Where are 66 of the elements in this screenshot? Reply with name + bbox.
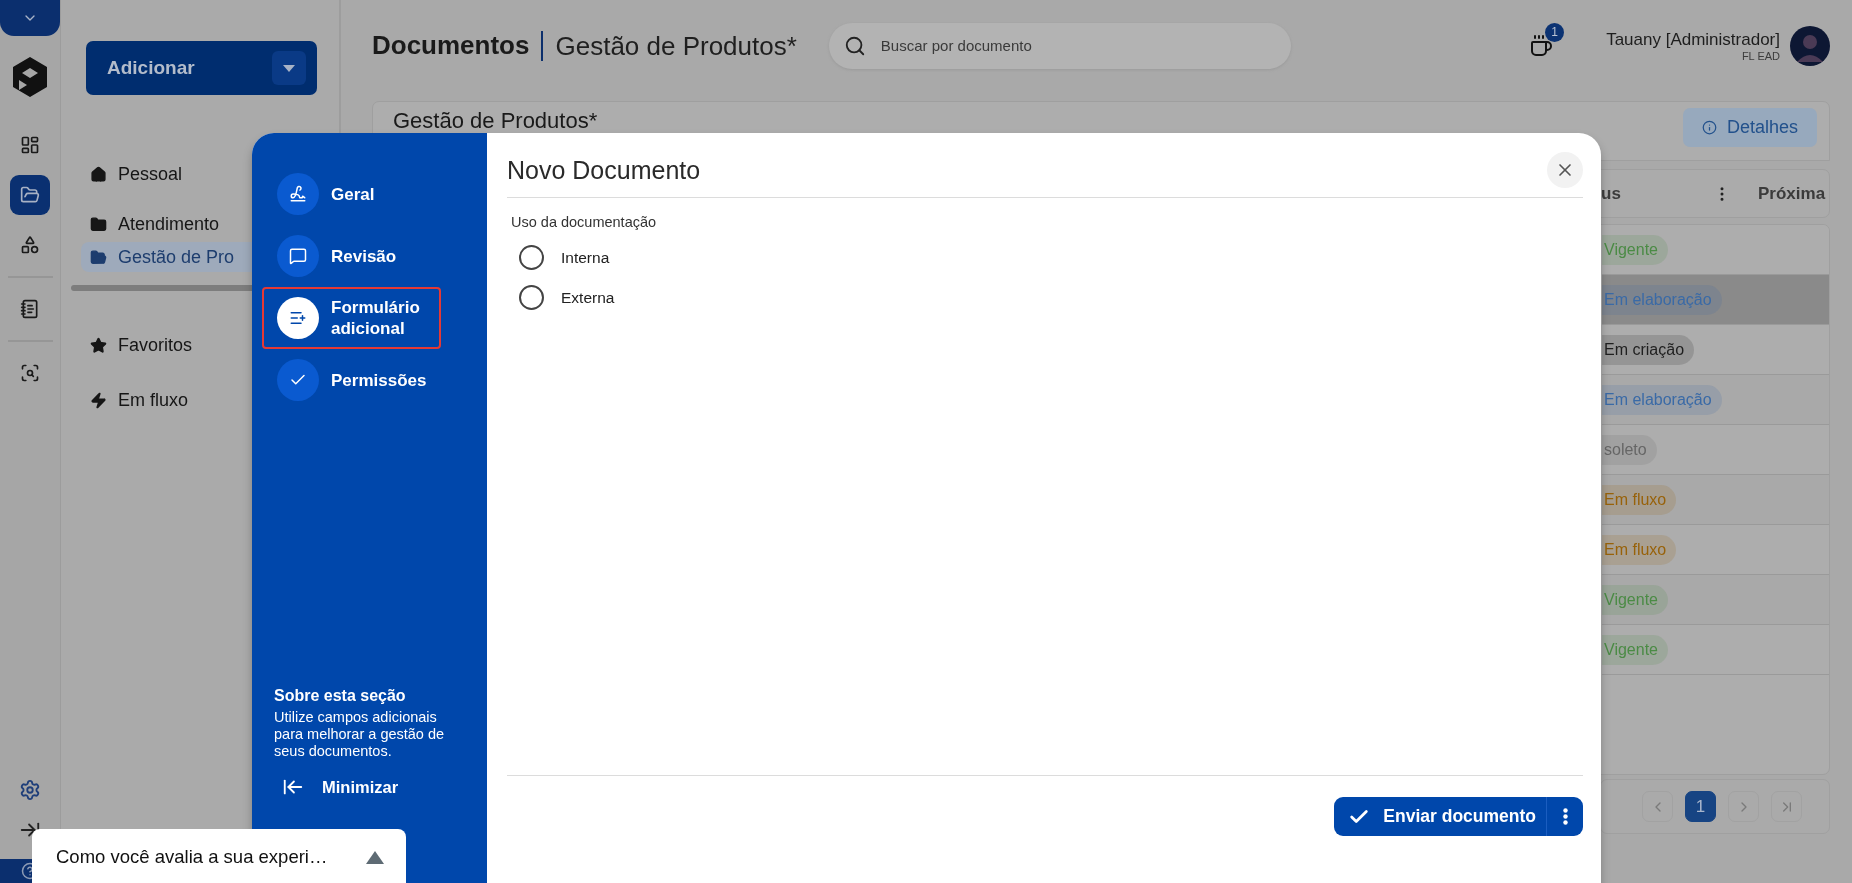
step-item[interactable]: Formulário adicional <box>262 287 441 349</box>
about-title: Sobre esta seção <box>274 687 407 705</box>
lightning-icon <box>90 392 107 409</box>
radio-label: Interna <box>561 248 610 267</box>
info-icon <box>1701 120 1717 135</box>
search-field[interactable]: Buscar por documento <box>828 22 1291 69</box>
status-tag: Vigente <box>1602 234 1668 265</box>
status-tag: Em fluxo <box>1602 534 1677 565</box>
about-text: Utilize campos adicionais para melhorar a gestão de seus documentos. <box>274 709 446 760</box>
folder-icon <box>20 185 40 205</box>
nav-label: Pessoal <box>118 163 183 185</box>
nav-label: Atendimento <box>118 213 220 235</box>
count-badge: 1 <box>1545 22 1565 42</box>
nav-label: Gestão de Pro <box>118 246 235 268</box>
minimize-button[interactable]: Minimizar <box>282 776 399 798</box>
radio-button[interactable] <box>519 285 544 310</box>
column-header: us <box>1601 183 1622 204</box>
user-name: Tauany [Administrador] <box>1606 29 1780 50</box>
column-header: Próxima <box>1758 183 1827 204</box>
page-title: Documentos <box>372 30 530 61</box>
home-icon <box>90 165 107 183</box>
status-tag: Vigente <box>1602 584 1668 615</box>
dashboard-icon <box>20 135 40 155</box>
nav-label: Em fluxo <box>118 390 189 411</box>
signature-icon <box>289 185 307 203</box>
step-item[interactable]: Permissões <box>262 349 441 411</box>
status-tag: Vigente <box>1602 634 1668 665</box>
star-icon <box>90 337 107 354</box>
page-subtitle: Gestão de Produtos* <box>541 30 797 61</box>
folder-icon <box>90 248 107 266</box>
folder-icon <box>90 215 107 233</box>
user-organization: FL EAD <box>1741 49 1780 62</box>
expand-button[interactable] <box>0 0 60 36</box>
radio-label: Externa <box>561 288 615 307</box>
add-button[interactable]: Adicionar <box>86 41 317 95</box>
settings-icon[interactable] <box>19 779 41 801</box>
dialog-title: Novo Documento <box>507 155 701 185</box>
status-tag: soleto <box>1602 434 1657 465</box>
feedback-text: Como você avalia a sua experi… <box>56 846 328 868</box>
status-tag: Em elaboração <box>1602 284 1722 315</box>
caret-icon <box>366 850 384 864</box>
close-button[interactable] <box>1547 152 1583 188</box>
rail-button[interactable] <box>10 175 50 215</box>
list-plus-icon <box>289 309 307 327</box>
logo-icon <box>11 56 49 98</box>
feedback-toast[interactable]: Como você avalia a sua experi… <box>32 829 406 883</box>
avatar[interactable] <box>1790 25 1830 66</box>
cup-icon <box>1529 33 1554 58</box>
radio-button[interactable] <box>519 245 544 270</box>
section-title: Gestão de Produtos* <box>393 109 598 133</box>
status-tag: Em fluxo <box>1602 484 1677 515</box>
page-button[interactable]: 1 <box>1685 791 1716 822</box>
shapes-icon <box>20 235 40 255</box>
field-label: Uso da documentação <box>511 214 658 230</box>
message-icon <box>289 247 307 265</box>
radio-option[interactable]: Interna <box>519 245 1583 270</box>
status-tag: Em elaboração <box>1602 384 1722 415</box>
nav-label: Favoritos <box>118 335 193 356</box>
search-icon <box>843 34 866 57</box>
caret-icon <box>283 64 295 72</box>
more-icon <box>1562 808 1568 825</box>
notebook-icon <box>20 299 40 319</box>
scan-search-icon <box>20 363 40 383</box>
add-dropdown-button[interactable] <box>272 51 306 85</box>
radio-option[interactable]: Externa <box>519 285 1583 310</box>
status-tag: Em criação <box>1602 334 1695 365</box>
